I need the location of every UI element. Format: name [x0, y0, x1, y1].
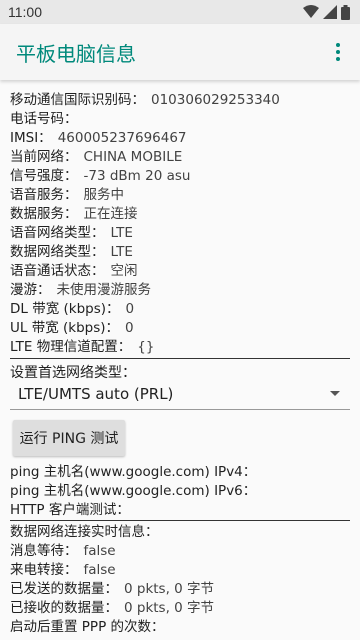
wifi-icon [303, 5, 319, 18]
status-time: 11:00 [8, 4, 42, 20]
chevron-down-icon [330, 391, 340, 396]
info-row: DL 带宽 (kbps)： 0 [10, 301, 135, 317]
info-content: 移动通信国际识别码： 010306029253340 电话号码： IMSI： 460… [0, 82, 360, 640]
info-row: 数据服务： 正在连接 [10, 206, 138, 222]
info-row: 语音服务： 服务中 [10, 187, 124, 203]
info-row: 漫游： 未使用漫游服务 [10, 282, 151, 298]
info-row: IMSI： 460005237696467 [10, 130, 187, 146]
data-row: 已接收的数据量： 0 pkts, 0 字节 [10, 600, 215, 616]
info-row: UL 带宽 (kbps)： 0 [10, 320, 134, 336]
signal-icon [323, 5, 337, 19]
run-ping-button[interactable]: 运行 PING 测试 [13, 420, 125, 456]
app-title: 平板电脑信息 [16, 41, 136, 66]
info-row: 信号强度： -73 dBm 20 asu [10, 168, 191, 184]
network-type-value: LTE/UMTS auto (PRL) [18, 384, 174, 403]
info-row: LTE 物理信道配置：{} [10, 339, 155, 355]
data-row: 数据网络连接实时信息： [10, 524, 159, 540]
more-vert-icon[interactable] [328, 36, 348, 68]
ping-row: ping 主机名(www.google.com) IPv6： [10, 483, 257, 499]
status-icons [303, 4, 350, 20]
divider [10, 358, 350, 359]
data-row: 消息等待： false [10, 543, 116, 559]
app-bar: 平板电脑信息 [0, 24, 360, 80]
info-row: 语音网络类型： LTE [10, 225, 133, 241]
info-row: 移动通信国际识别码： 010306029253340 [10, 92, 280, 108]
info-row: 数据网络类型： LTE [10, 244, 133, 260]
network-type-select[interactable]: LTE/UMTS auto (PRL) [10, 378, 350, 410]
info-row: 电话号码： [10, 111, 78, 127]
status-bar: 11:00 [0, 0, 360, 24]
info-row: 语音通话状态： 空闲 [10, 263, 138, 279]
data-row: 来电转接： false [10, 562, 116, 578]
data-row: 启动后重置 PPP 的次数： [10, 619, 165, 635]
ping-row: ping 主机名(www.google.com) IPv4： [10, 464, 257, 480]
battery-icon [341, 4, 350, 20]
ping-row: HTTP 客户端测试： [10, 502, 130, 518]
info-row: 当前网络： CHINA MOBILE [10, 149, 183, 165]
divider [10, 520, 350, 521]
data-row: 已发送的数据量： 0 pkts, 0 字节 [10, 581, 215, 597]
